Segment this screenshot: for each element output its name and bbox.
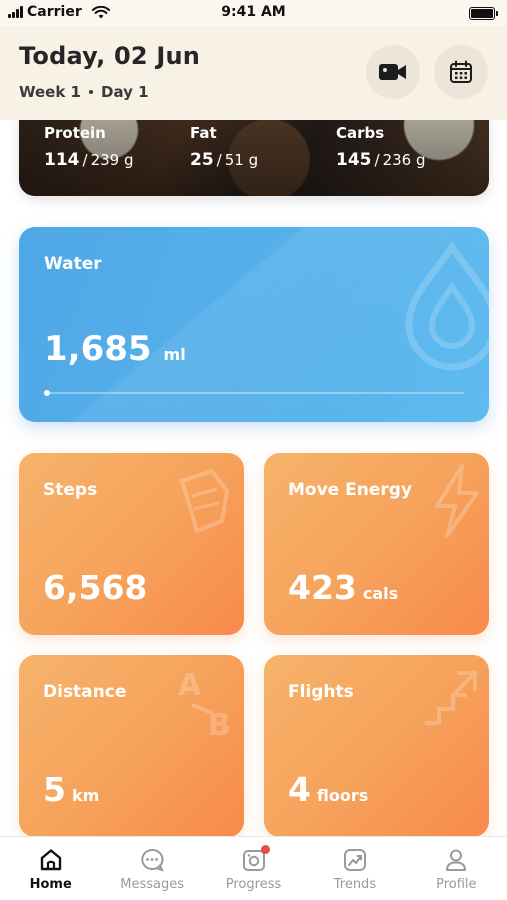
water-card[interactable]: Water 1,685 ml — [19, 227, 489, 422]
water-progress-fill — [44, 390, 50, 396]
trend-chart-icon — [343, 849, 366, 871]
macro-fat: Fat 25/51 g — [190, 124, 258, 170]
battery-icon — [469, 7, 498, 20]
video-call-button[interactable] — [366, 45, 420, 99]
flights-unit: floors — [316, 786, 369, 805]
stairs-icon — [425, 671, 477, 725]
macro-label: Fat — [190, 124, 217, 142]
video-camera-icon — [379, 64, 406, 80]
tab-label: Progress — [225, 877, 282, 892]
steps-label: Steps — [43, 480, 98, 500]
a-to-b-icon: A B — [178, 668, 231, 743]
distance-value: 5 km — [43, 770, 100, 809]
notification-badge — [260, 845, 270, 854]
tab-bar: Home Messages Progress Trends Profile — [0, 836, 507, 900]
tab-messages[interactable]: Messages — [101, 837, 202, 900]
chat-icon — [141, 848, 164, 872]
steps-value: 6,568 — [43, 568, 148, 607]
week-label: Week 1 — [19, 83, 81, 101]
tab-label: Messages — [120, 877, 184, 892]
home-icon — [40, 849, 61, 871]
header: Today, 02 Jun Week 1 Day 1 — [0, 26, 507, 120]
macro-value: 114/239 g — [44, 150, 134, 170]
tab-label: Profile — [436, 877, 477, 892]
steps-card[interactable]: Steps 6,568 — [19, 453, 244, 635]
macro-carbs: Carbs 145/236 g — [336, 124, 425, 170]
shoe-icon — [179, 468, 230, 534]
macro-label: Carbs — [336, 124, 385, 142]
macro-value: 145/236 g — [336, 150, 426, 170]
water-drop-icon — [405, 242, 489, 371]
distance-card[interactable]: A B Distance 5 km — [19, 655, 244, 837]
flights-label: Flights — [288, 682, 354, 702]
macro-value: 25/51 g — [190, 150, 259, 170]
tab-progress[interactable]: Progress — [203, 837, 304, 900]
water-label: Water — [44, 254, 102, 274]
calendar-icon — [450, 60, 472, 83]
program-progress: Week 1 Day 1 — [19, 83, 149, 101]
water-unit: ml — [163, 345, 186, 364]
calendar-button[interactable] — [434, 45, 488, 99]
macro-label: Protein — [44, 124, 106, 142]
tab-home[interactable]: Home — [0, 837, 101, 900]
svg-text:A: A — [178, 668, 202, 703]
flights-card[interactable]: Flights 4 floors — [264, 655, 489, 837]
person-icon — [446, 849, 467, 871]
move-energy-unit: cals — [362, 584, 399, 603]
water-progress-track[interactable] — [44, 390, 464, 396]
separator-dot — [89, 90, 93, 94]
page-title: Today, 02 Jun — [19, 42, 201, 70]
day-label: Day 1 — [101, 83, 149, 101]
tab-profile[interactable]: Profile — [406, 837, 507, 900]
move-energy-card[interactable]: Move Energy 423 cals — [264, 453, 489, 635]
clock: 9:41 AM — [221, 4, 286, 20]
tab-label: Trends — [333, 877, 377, 892]
distance-unit: km — [71, 786, 100, 805]
move-energy-value: 423 cals — [288, 568, 399, 607]
tab-trends[interactable]: Trends — [304, 837, 405, 900]
water-value: 1,685 ml — [44, 329, 186, 369]
macro-protein: Protein 114/239 g — [44, 124, 133, 170]
flights-value: 4 floors — [288, 770, 369, 809]
lightning-icon — [435, 464, 479, 538]
status-bar: Carrier 9:41 AM — [0, 0, 507, 26]
distance-label: Distance — [43, 682, 127, 702]
move-energy-label: Move Energy — [288, 480, 413, 500]
tab-label: Home — [29, 877, 72, 892]
